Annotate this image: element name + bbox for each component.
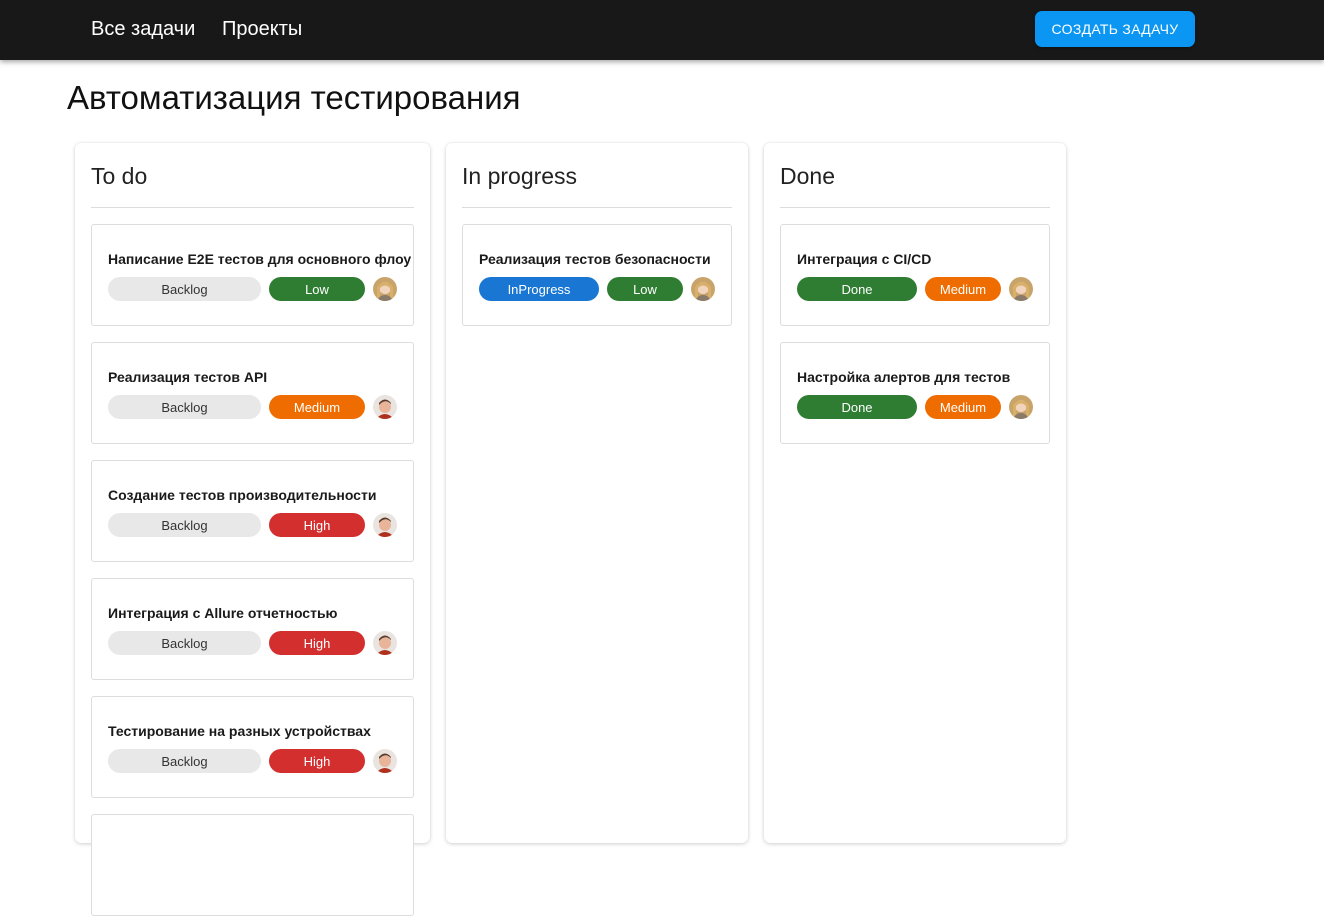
status-badge: Backlog xyxy=(108,749,261,773)
task-card[interactable]: Написание E2E тестов для основного флоу … xyxy=(91,224,414,326)
create-task-button[interactable]: СОЗДАТЬ ЗАДАЧУ xyxy=(1035,11,1195,47)
column-divider xyxy=(780,207,1050,208)
task-title: Интеграция с Allure отчетностью xyxy=(108,605,338,621)
status-badge: Done xyxy=(797,277,917,301)
blonde-avatar xyxy=(1009,395,1033,419)
column-title: In progress xyxy=(462,163,578,189)
priority-badge: Medium xyxy=(269,395,365,419)
status-badge: Backlog xyxy=(108,395,261,419)
priority-badge: Low xyxy=(607,277,683,301)
man-avatar xyxy=(373,631,397,655)
task-card[interactable]: Настройка алертов для тестов Done Medium xyxy=(780,342,1050,444)
status-badge: InProgress xyxy=(479,277,599,301)
priority-badge: High xyxy=(269,513,365,537)
task-title: Создание тестов производительности xyxy=(108,487,377,503)
status-badge: Backlog xyxy=(108,513,261,537)
status-badge: Backlog xyxy=(108,631,261,655)
task-title: Реализация тестов безопасности xyxy=(479,251,711,267)
task-card[interactable]: Создание тестов производительности Backl… xyxy=(91,460,414,562)
priority-badge: High xyxy=(269,631,365,655)
nav-all-tasks-link[interactable]: Все задачи xyxy=(91,17,195,41)
column-divider xyxy=(462,207,732,208)
man-avatar xyxy=(373,749,397,773)
task-title: Написание E2E тестов для основного флоу xyxy=(108,251,412,267)
priority-badge: High xyxy=(269,749,365,773)
column-done: Done Интеграция с CI/CD Done Medium Наст… xyxy=(764,143,1066,843)
top-app-bar: Все задачи Проекты СОЗДАТЬ ЗАДАЧУ xyxy=(0,0,1324,60)
task-card[interactable]: Реализация тестов API Backlog Medium xyxy=(91,342,414,444)
nav-projects-link[interactable]: Проекты xyxy=(222,17,302,41)
column-title: Done xyxy=(780,163,835,189)
priority-badge: Low xyxy=(269,277,365,301)
task-title: Настройка алертов для тестов xyxy=(797,369,1011,385)
man-avatar xyxy=(373,395,397,419)
task-title: Тестирование на разных устройствах xyxy=(108,723,371,739)
status-badge: Done xyxy=(797,395,917,419)
blonde-avatar xyxy=(373,277,397,301)
task-title: Интеграция с CI/CD xyxy=(797,251,932,267)
task-card[interactable]: Тестирование на разных устройствах Backl… xyxy=(91,696,414,798)
column-title: To do xyxy=(91,163,148,189)
task-card[interactable]: Интеграция с CI/CD Done Medium xyxy=(780,224,1050,326)
task-title: Реализация тестов API xyxy=(108,369,268,385)
priority-badge: Medium xyxy=(925,395,1001,419)
task-card[interactable]: Реализация тестов безопасности InProgres… xyxy=(462,224,732,326)
column-divider xyxy=(91,207,414,208)
task-card-partial[interactable] xyxy=(91,814,414,916)
blonde-avatar xyxy=(1009,277,1033,301)
page-title: Автоматизация тестирования xyxy=(67,79,521,116)
status-badge: Backlog xyxy=(108,277,261,301)
column-todo: To do Написание E2E тестов для основного… xyxy=(75,143,430,916)
task-card[interactable]: Интеграция с Allure отчетностью Backlog … xyxy=(91,578,414,680)
blonde-avatar xyxy=(691,277,715,301)
man-avatar xyxy=(373,513,397,537)
priority-badge: Medium xyxy=(925,277,1001,301)
column-in-progress: In progress Реализация тестов безопаснос… xyxy=(446,143,748,843)
